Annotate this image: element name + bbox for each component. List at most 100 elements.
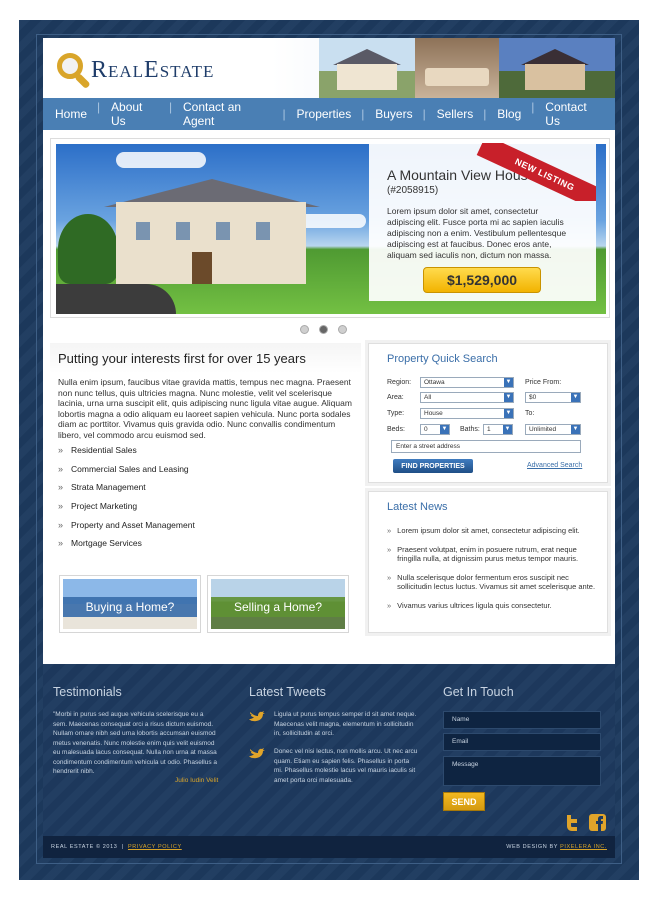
type-select[interactable]: House ▼ — [420, 408, 514, 419]
slider-dot-active[interactable] — [319, 325, 328, 334]
nav-properties[interactable]: Properties — [283, 107, 364, 121]
tweet-item[interactable]: Donec vel nisi lectus, non mollis arcu. … — [249, 747, 419, 785]
testimonial-author: Julio Iudin Velit — [175, 777, 219, 784]
nav-contact-us[interactable]: Contact Us — [531, 100, 615, 128]
quick-search-title: Property Quick Search — [387, 353, 498, 365]
list-item[interactable]: » Commercial Sales and Leasing — [58, 460, 195, 479]
selling-cta[interactable]: Selling a Home? — [207, 575, 349, 633]
slider-dot[interactable] — [300, 325, 309, 334]
news-item[interactable]: » Praesent volutpat, enim in posuere rutr… — [387, 545, 601, 564]
list-item[interactable]: » Property and Asset Management — [58, 515, 195, 534]
news-item[interactable]: » Nulla scelerisque dolor fermentum eros … — [387, 573, 601, 592]
list-item[interactable]: » Residential Sales — [58, 441, 195, 460]
credit-prefix: WEB DESIGN BY — [506, 844, 558, 850]
nav-home[interactable]: Home — [43, 107, 99, 121]
buying-cta-photo: Buying a Home? — [63, 579, 197, 629]
main-nav: Home About Us Contact an Agent Propertie… — [43, 98, 615, 130]
list-item[interactable]: » Strata Management — [58, 478, 195, 497]
logo-text: RealEstate — [91, 56, 215, 83]
nav-buyers[interactable]: Buyers — [361, 107, 424, 121]
bullet-icon: » — [387, 544, 392, 554]
magnifier-icon — [55, 51, 91, 90]
latest-news-panel: Latest News » Lorem ipsum dolor sit amet,… — [368, 491, 608, 633]
testimonials-title: Testimonials — [53, 685, 122, 699]
area-label: Area: — [387, 394, 404, 401]
listing-description: Lorem ipsum dolor sit amet, consectetur … — [387, 206, 567, 260]
nav-sellers[interactable]: Sellers — [423, 107, 486, 121]
intro-text: Nulla enim ipsum, faucibus vitae gravida… — [58, 377, 352, 440]
header-photos — [319, 38, 615, 98]
tweet-item[interactable]: Ligula ut purus tempus semper id sit ame… — [249, 710, 419, 739]
chevron-down-icon: ▼ — [571, 393, 580, 402]
chevron-down-icon: ▼ — [504, 378, 513, 387]
buying-cta-label: Buying a Home? — [63, 597, 197, 617]
nav-contact-agent[interactable]: Contact an Agent — [169, 100, 285, 128]
price-from-label: Price From: — [525, 379, 562, 386]
tweet-text: Ligula ut purus tempus semper id sit ame… — [274, 711, 417, 737]
copyright-text: REAL ESTATE © 2013 — [51, 844, 118, 850]
nav-about-us[interactable]: About Us — [97, 100, 171, 128]
list-item[interactable]: » Mortgage Services — [58, 534, 195, 553]
header-photo-interior — [415, 38, 499, 98]
send-button[interactable]: SEND — [443, 792, 485, 811]
bullet-icon: » — [58, 445, 64, 456]
bullet-icon: » — [58, 463, 64, 474]
news-list: » Lorem ipsum dolor sit amet, consectetur… — [387, 526, 601, 619]
facebook-icon[interactable] — [589, 814, 606, 831]
site-logo[interactable]: RealEstate — [55, 50, 214, 90]
testimonial-text: "Morbi in purus sed augue vehicula scele… — [53, 711, 218, 775]
price-from-select[interactable]: $0 ▼ — [525, 392, 581, 403]
bottom-bar: REAL ESTATE © 2013 | PRIVACY POLICY WEB … — [43, 836, 615, 858]
bullet-icon: » — [387, 600, 392, 610]
twitter-bird-icon — [249, 748, 265, 759]
listing-price-button[interactable]: $1,529,000 — [423, 267, 541, 293]
message-field[interactable]: Message — [443, 756, 601, 786]
news-item[interactable]: » Vivamus varius ultrices ligula quis con… — [387, 601, 601, 611]
price-to-select[interactable]: Unlimited ▼ — [525, 424, 581, 435]
divider: | — [119, 844, 128, 850]
tweet-text: Donec vel nisi lectus, non mollis arcu. … — [274, 748, 418, 784]
twitter-icon[interactable] — [563, 814, 580, 831]
slider-pagination — [300, 325, 347, 334]
name-field[interactable]: Name — [443, 711, 601, 729]
pixelera-link[interactable]: PIXELERA INC. — [560, 844, 607, 850]
header-photo-house — [319, 38, 415, 98]
region-select[interactable]: Ottawa ▼ — [420, 377, 514, 388]
region-label: Region: — [387, 379, 412, 386]
selling-cta-photo: Selling a Home? — [211, 579, 345, 629]
chevron-down-icon: ▼ — [503, 425, 512, 434]
buying-cta[interactable]: Buying a Home? — [59, 575, 201, 633]
slider-dot[interactable] — [338, 325, 347, 334]
contact-title: Get In Touch — [443, 685, 514, 699]
beds-select[interactable]: 0 ▼ — [420, 424, 450, 435]
bullet-icon: » — [387, 526, 392, 535]
find-properties-button[interactable]: FIND PROPERTIES — [393, 459, 473, 473]
news-item[interactable]: » Lorem ipsum dolor sit amet, consectetur… — [387, 526, 601, 536]
baths-label: Baths: — [460, 426, 480, 433]
services-list: » Residential Sales » Commercial Sales and… — [58, 441, 195, 553]
tweets-title: Latest Tweets — [249, 685, 326, 699]
new-listing-ribbon: NEW LISTING — [472, 143, 596, 201]
quick-search-panel: Property Quick Search Region: Ottawa ▼ Ar… — [368, 343, 608, 483]
email-field[interactable]: Email — [443, 733, 601, 751]
chevron-down-icon: ▼ — [571, 425, 580, 434]
bullet-icon: » — [58, 519, 64, 530]
baths-select[interactable]: 1 ▼ — [483, 424, 513, 435]
bullet-icon: » — [387, 572, 392, 582]
header-photo-home-dusk — [499, 38, 615, 98]
list-item[interactable]: » Project Marketing — [58, 497, 195, 516]
bullet-icon: » — [58, 538, 64, 549]
site-header: RealEstate — [43, 38, 615, 98]
area-select[interactable]: All ▼ — [420, 392, 514, 403]
nav-blog[interactable]: Blog — [483, 107, 533, 121]
twitter-bird-icon — [249, 711, 265, 722]
beds-label: Beds: — [387, 426, 405, 433]
price-to-label: To: — [525, 410, 535, 417]
copyright-group: REAL ESTATE © 2013 | PRIVACY POLICY — [51, 844, 182, 850]
credit-group: WEB DESIGN BY PIXELERA INC. — [506, 844, 607, 850]
privacy-policy-link[interactable]: PRIVACY POLICY — [128, 844, 182, 850]
street-address-input[interactable]: Enter a street address — [391, 440, 581, 453]
advanced-search-link[interactable]: Advanced Search — [527, 462, 582, 469]
bullet-icon: » — [58, 501, 64, 512]
intro-headline: Putting your interests first for over 15… — [58, 351, 306, 366]
